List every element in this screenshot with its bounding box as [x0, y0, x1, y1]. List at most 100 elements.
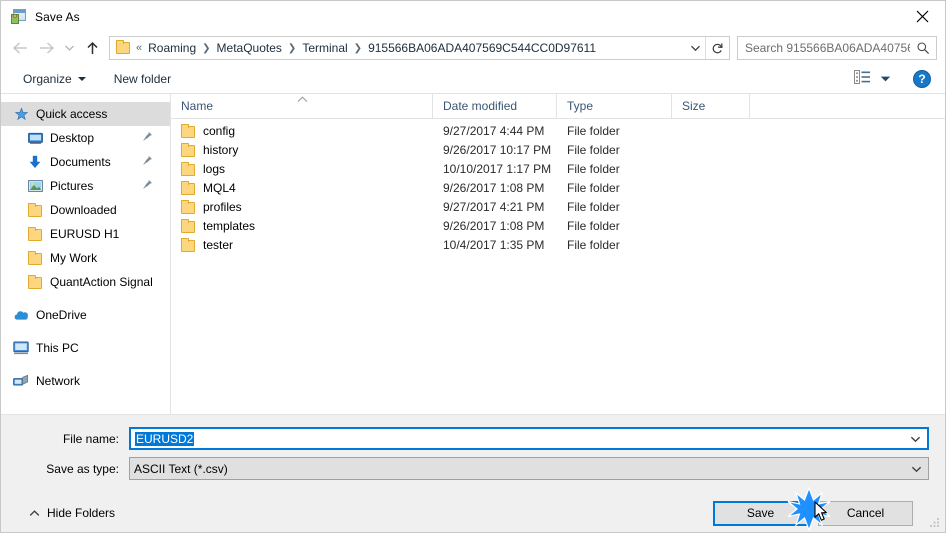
save-as-type-label: Save as type: — [46, 461, 119, 476]
file-name-input[interactable]: EURUSD2 — [135, 431, 195, 446]
file-name: profiles — [203, 199, 242, 214]
back-arrow-icon[interactable] — [7, 36, 33, 60]
table-row[interactable]: profiles 9/27/2017 4:21 PM File folder — [171, 197, 945, 216]
breadcrumb-separator[interactable]: ❯ — [199, 43, 213, 54]
chevron-down-icon — [77, 76, 86, 81]
breadcrumb-item-metaquotes[interactable]: MetaQuotes — [214, 39, 285, 57]
breadcrumb-item-roaming[interactable]: Roaming — [145, 39, 199, 57]
breadcrumb-item-terminal[interactable]: Terminal — [299, 39, 350, 57]
file-type: File folder — [567, 123, 620, 138]
file-name: tester — [203, 237, 234, 252]
file-name: templates — [203, 218, 256, 233]
column-header-date-modified[interactable]: Date modified — [433, 94, 557, 118]
breadcrumb: « Roaming ❯ MetaQuotes ❯ Terminal ❯ 9155… — [135, 39, 685, 57]
save-as-type-combobox[interactable]: ASCII Text (*.csv) — [129, 457, 929, 480]
column-header-filler — [750, 94, 945, 118]
sidebar-item-onedrive[interactable]: OneDrive — [1, 303, 170, 327]
resize-grip[interactable] — [927, 515, 941, 529]
sidebar-item-label: Quick access — [36, 107, 108, 121]
pin-icon[interactable] — [142, 155, 153, 169]
breadcrumb-overflow[interactable]: « — [135, 42, 145, 54]
search-icon[interactable] — [910, 37, 936, 59]
folder-icon — [27, 202, 43, 218]
close-icon[interactable] — [899, 1, 945, 31]
documents-download-arrow-icon — [27, 154, 43, 170]
file-date: 10/4/2017 1:35 PM — [443, 237, 545, 252]
organize-button[interactable]: Organize — [15, 68, 94, 90]
network-icon — [13, 373, 29, 389]
hide-folders-label: Hide Folders — [47, 506, 116, 520]
sidebar-item-pictures[interactable]: Pictures — [1, 174, 170, 198]
save-button[interactable]: Save — [713, 500, 808, 526]
file-date: 9/26/2017 1:08 PM — [443, 218, 545, 233]
column-header-name[interactable]: Name — [171, 94, 433, 118]
pin-icon[interactable] — [142, 131, 153, 145]
table-row[interactable]: logs 10/10/2017 1:17 PM File folder — [171, 159, 945, 178]
chevron-down-icon[interactable] — [904, 458, 928, 479]
chevron-down-icon[interactable] — [903, 429, 927, 448]
recent-locations-chevron-icon[interactable] — [59, 36, 79, 60]
chevron-up-icon — [29, 506, 40, 520]
sidebar-item-quick-access[interactable]: Quick access — [1, 102, 170, 126]
sidebar-item-label: EURUSD H1 — [50, 227, 120, 241]
refresh-icon[interactable] — [705, 37, 729, 59]
file-name-cell: history — [171, 142, 433, 157]
title-bar: Save As — [1, 1, 945, 32]
table-row[interactable]: config 9/27/2017 4:44 PM File folder — [171, 121, 945, 140]
sidebar-item-quantaction-signal[interactable]: QuantAction Signal — [1, 270, 170, 294]
folder-icon — [181, 180, 195, 195]
sidebar-item-label: Pictures — [50, 179, 94, 193]
file-type: File folder — [567, 142, 620, 157]
column-header-label: Size — [682, 99, 706, 113]
save-as-dialog: Save As « Roaming ❯ MetaQuotes ❯ Termina… — [0, 0, 946, 533]
sidebar-item-network[interactable]: Network — [1, 369, 170, 393]
search-input[interactable]: Search 915566BA06ADA40756... — [738, 41, 910, 55]
sidebar-item-label: Downloaded — [50, 203, 117, 217]
sort-ascending-icon — [297, 92, 308, 103]
chevron-down-icon[interactable] — [685, 37, 705, 59]
pin-icon[interactable] — [142, 179, 153, 193]
command-toolbar: Organize New folder ? — [1, 64, 945, 94]
sidebar-item-my-work[interactable]: My Work — [1, 246, 170, 270]
sidebar-item-label: Documents — [50, 155, 111, 169]
search-box[interactable]: Search 915566BA06ADA40756... — [737, 36, 937, 60]
table-row[interactable]: tester 10/4/2017 1:35 PM File folder — [171, 235, 945, 254]
new-folder-label: New folder — [113, 71, 172, 86]
table-row[interactable]: templates 9/26/2017 1:08 PM File folder — [171, 216, 945, 235]
column-header-label: Type — [567, 99, 594, 113]
save-as-type-value: ASCII Text (*.csv) — [134, 461, 228, 476]
new-folder-button[interactable]: New folder — [106, 68, 179, 90]
dialog-body: Quick access Desktop Documents Pictures … — [1, 94, 945, 415]
address-bar[interactable]: « Roaming ❯ MetaQuotes ❯ Terminal ❯ 9155… — [109, 36, 730, 60]
sidebar-item-label: QuantAction Signal — [50, 275, 153, 289]
table-row[interactable]: MQL4 9/26/2017 1:08 PM File folder — [171, 178, 945, 197]
help-button[interactable]: ? — [913, 69, 931, 88]
forward-arrow-icon[interactable] — [33, 36, 59, 60]
sidebar-item-eurusd-h1[interactable]: EURUSD H1 — [1, 222, 170, 246]
navigation-bar: « Roaming ❯ MetaQuotes ❯ Terminal ❯ 9155… — [1, 32, 945, 64]
hide-folders-button[interactable]: Hide Folders — [21, 506, 115, 520]
file-name-combobox[interactable]: EURUSD2 — [129, 427, 929, 450]
sidebar-item-downloaded[interactable]: Downloaded — [1, 198, 170, 222]
file-name-label: File name: — [62, 431, 119, 446]
change-view-button[interactable] — [848, 70, 897, 87]
breadcrumb-separator[interactable]: ❯ — [285, 43, 299, 54]
sidebar-item-desktop[interactable]: Desktop — [1, 126, 170, 150]
table-row[interactable]: history 9/26/2017 10:17 PM File folder — [171, 140, 945, 159]
sidebar-item-documents[interactable]: Documents — [1, 150, 170, 174]
breadcrumb-separator[interactable]: ❯ — [351, 43, 365, 54]
desktop-monitor-icon — [27, 130, 43, 146]
folder-icon — [27, 250, 43, 266]
folder-icon — [181, 199, 195, 214]
column-header-size[interactable]: Size — [672, 94, 750, 118]
cancel-button[interactable]: Cancel — [818, 500, 913, 526]
file-name-value[interactable]: EURUSD2 — [131, 431, 903, 446]
organize-label: Organize — [23, 71, 72, 86]
sidebar-item-this-pc[interactable]: This PC — [1, 336, 170, 360]
up-arrow-icon[interactable] — [79, 36, 105, 60]
breadcrumb-item-guid[interactable]: 915566BA06ADA407569C544CC0D97611 — [365, 39, 599, 57]
file-name-cell: logs — [171, 161, 433, 176]
file-type: File folder — [567, 218, 620, 233]
column-headers: Name Date modified Type Size — [171, 94, 945, 119]
column-header-type[interactable]: Type — [557, 94, 672, 118]
